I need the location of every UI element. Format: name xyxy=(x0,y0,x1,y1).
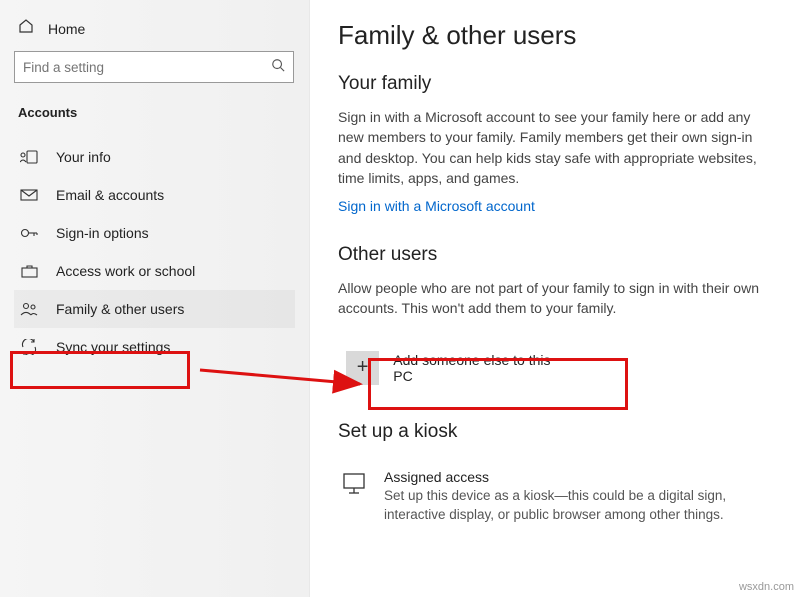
add-user-button[interactable]: + Add someone else to this PC xyxy=(338,343,578,393)
plus-icon: + xyxy=(346,351,379,385)
search-icon xyxy=(271,58,285,77)
person-card-icon xyxy=(20,150,38,164)
people-icon xyxy=(20,302,38,316)
sidebar-item-label: Family & other users xyxy=(56,301,184,317)
sidebar-item-label: Access work or school xyxy=(56,263,195,279)
home-label: Home xyxy=(48,21,85,37)
briefcase-icon xyxy=(20,264,38,278)
other-users-description: Allow people who are not part of your fa… xyxy=(338,278,776,319)
home-icon xyxy=(18,18,34,39)
sidebar-item-label: Sync your settings xyxy=(56,339,170,355)
kiosk-description: Set up this device as a kiosk—this could… xyxy=(384,487,776,525)
signin-link[interactable]: Sign in with a Microsoft account xyxy=(338,198,776,214)
main-content: Family & other users Your family Sign in… xyxy=(310,0,800,597)
section-title: Accounts xyxy=(18,105,295,120)
sidebar: Home Accounts Your info Email & accounts… xyxy=(0,0,310,597)
home-button[interactable]: Home xyxy=(14,12,295,51)
kiosk-button[interactable]: Assigned access Set up this device as a … xyxy=(338,463,776,531)
sidebar-item-work[interactable]: Access work or school xyxy=(14,252,295,290)
other-users-heading: Other users xyxy=(338,244,776,266)
sidebar-item-signin[interactable]: Sign-in options xyxy=(14,214,295,252)
sidebar-item-email[interactable]: Email & accounts xyxy=(14,176,295,214)
sidebar-item-family[interactable]: Family & other users xyxy=(14,290,295,328)
monitor-icon xyxy=(338,469,370,525)
key-icon xyxy=(20,226,38,240)
search-input[interactable] xyxy=(23,60,271,75)
sidebar-item-label: Email & accounts xyxy=(56,187,164,203)
sync-icon xyxy=(20,339,38,355)
kiosk-title: Assigned access xyxy=(384,469,776,485)
sidebar-item-label: Your info xyxy=(56,149,111,165)
family-description: Sign in with a Microsoft account to see … xyxy=(338,107,776,188)
sidebar-item-label: Sign-in options xyxy=(56,225,149,241)
sidebar-item-sync[interactable]: Sync your settings xyxy=(14,328,295,366)
page-title: Family & other users xyxy=(338,20,776,51)
family-heading: Your family xyxy=(338,73,776,95)
add-user-label: Add someone else to this PC xyxy=(393,352,570,384)
search-box[interactable] xyxy=(14,51,294,83)
sidebar-item-your-info[interactable]: Your info xyxy=(14,138,295,176)
kiosk-heading: Set up a kiosk xyxy=(338,421,776,443)
watermark: wsxdn.com xyxy=(739,581,794,593)
mail-icon xyxy=(20,189,38,201)
